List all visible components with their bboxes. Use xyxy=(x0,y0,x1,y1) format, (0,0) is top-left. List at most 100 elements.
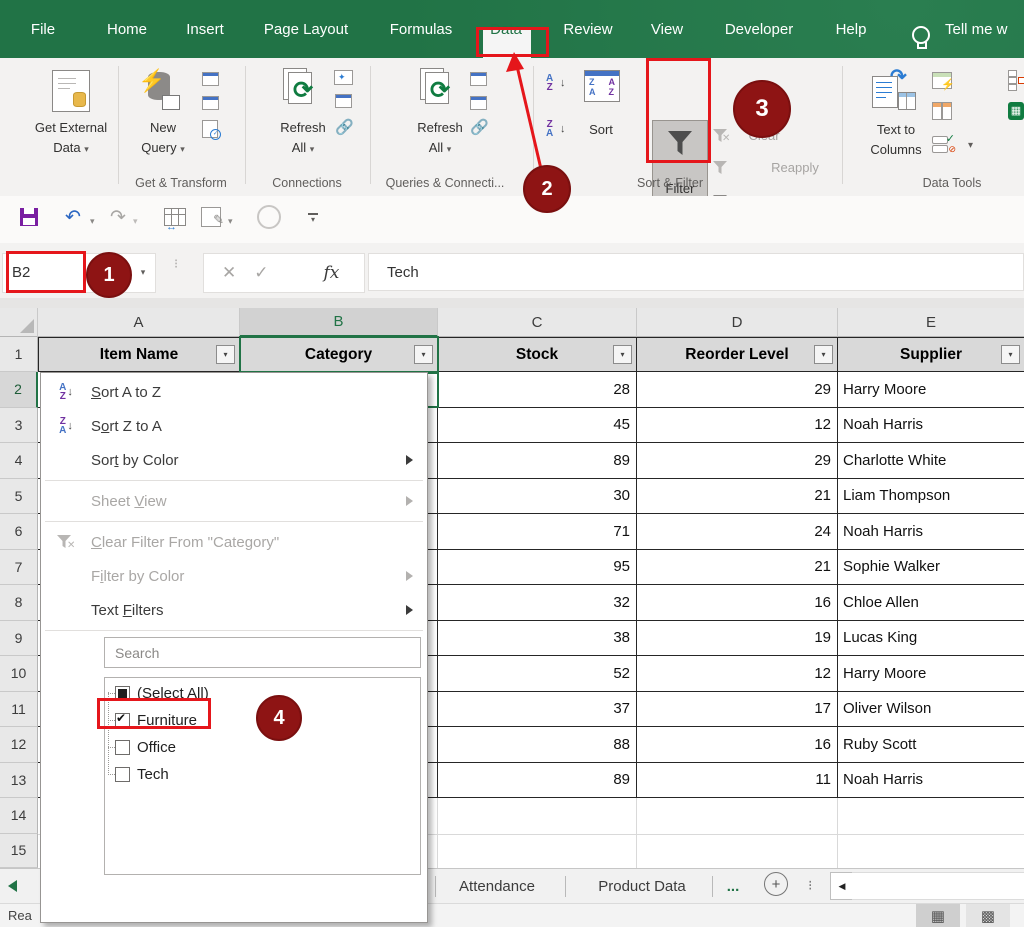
undo-icon[interactable]: ↶ xyxy=(60,204,86,230)
redo-caret[interactable]: ▾ xyxy=(133,216,138,227)
tell-me-box[interactable]: Tell me w xyxy=(945,0,1008,58)
sort-ascending-icon[interactable]: AZ ↓ xyxy=(546,74,553,92)
row-header-14[interactable]: 14 xyxy=(0,798,38,834)
name-box-caret[interactable]: ▾ xyxy=(134,253,152,291)
row-header-7[interactable]: 7 xyxy=(0,550,38,586)
edit-links-icon[interactable]: 🔗 xyxy=(470,118,489,136)
column-header-b[interactable]: B xyxy=(240,308,438,337)
column-width-icon[interactable]: ↔ xyxy=(162,204,188,230)
hscroll-left-button[interactable]: ◀ xyxy=(830,872,854,900)
menu-item-sort-by-color[interactable]: Sort by Color xyxy=(41,443,427,477)
row-header-10[interactable]: 10 xyxy=(0,656,38,692)
cell-stock-7[interactable]: 95 xyxy=(438,550,637,586)
cell-stock-11[interactable]: 37 xyxy=(438,692,637,728)
cell-supplier-4[interactable]: Charlotte White xyxy=(838,443,1024,479)
menu-item-sort-a-to-z[interactable]: AZ↓Sort A to Z xyxy=(41,375,427,409)
workbook-connections-icon[interactable] xyxy=(335,94,352,108)
row-header-9[interactable]: 9 xyxy=(0,621,38,657)
edit-links-icon[interactable]: 🔗 xyxy=(335,118,354,136)
save-icon[interactable] xyxy=(16,204,42,230)
cell-supplier-12[interactable]: Ruby Scott xyxy=(838,727,1024,763)
column-header-a[interactable]: A xyxy=(38,308,240,337)
tab-formulas[interactable]: Formulas xyxy=(384,0,459,58)
tab-review[interactable]: Review xyxy=(557,0,618,58)
tab-developer[interactable]: Developer xyxy=(719,0,799,58)
recent-sources-icon[interactable] xyxy=(202,72,219,86)
cell-reorder-9[interactable]: 19 xyxy=(637,621,838,657)
cell-reorder-12[interactable]: 16 xyxy=(637,727,838,763)
hscroll-track[interactable] xyxy=(852,872,1024,900)
cell-reorder-8[interactable]: 16 xyxy=(637,585,838,621)
connection-properties-icon[interactable]: ✦ xyxy=(334,70,353,85)
data-validation-caret[interactable]: ▾ xyxy=(968,140,973,151)
cell-reorder-4[interactable]: 29 xyxy=(637,443,838,479)
sheet-nav-left-icon[interactable] xyxy=(8,880,17,892)
row-header-11[interactable]: 11 xyxy=(0,692,38,728)
row-header-13[interactable]: 13 xyxy=(0,763,38,799)
cell-stock-12[interactable]: 88 xyxy=(438,727,637,763)
cell-stock-10[interactable]: 52 xyxy=(438,656,637,692)
tab-data[interactable]: Data xyxy=(484,0,528,58)
customize-qat-icon[interactable]: ▾ xyxy=(300,204,326,230)
tab-page-layout[interactable]: Page Layout xyxy=(258,0,354,58)
formula-input[interactable]: Tech xyxy=(368,253,1024,291)
tab-insert[interactable]: Insert xyxy=(180,0,230,58)
properties-icon[interactable] xyxy=(470,96,487,110)
page-layout-view-icon[interactable]: ▩ xyxy=(966,904,1010,927)
cell-stock-13[interactable]: 89 xyxy=(438,763,637,799)
flash-fill-icon[interactable]: ⚡ xyxy=(932,72,952,89)
filter-dropdown-reorder-level[interactable]: ▾ xyxy=(814,345,833,364)
cell-supplier-8[interactable]: Chloe Allen xyxy=(838,585,1024,621)
cell-reorder-5[interactable]: 21 xyxy=(637,479,838,515)
cell-reorder-10[interactable]: 12 xyxy=(637,656,838,692)
confirm-entry-icon[interactable]: ✓ xyxy=(254,263,268,283)
whatif-analysis-icon[interactable]: ▦ xyxy=(1008,102,1024,120)
row-header-8[interactable]: 8 xyxy=(0,585,38,621)
cell-reorder-2[interactable]: 29 xyxy=(637,372,838,408)
cell-reorder-11[interactable]: 17 xyxy=(637,692,838,728)
cell-stock-9[interactable]: 38 xyxy=(438,621,637,657)
cell-reorder-6[interactable]: 24 xyxy=(637,514,838,550)
sort-descending-icon[interactable]: ZA ↓ xyxy=(546,120,553,138)
cell-supplier-6[interactable]: Noah Harris xyxy=(838,514,1024,550)
checkbox-unchecked[interactable] xyxy=(115,767,130,782)
column-header-c[interactable]: C xyxy=(438,308,637,337)
row-header-2[interactable]: 2 xyxy=(0,372,38,408)
tab-view[interactable]: View xyxy=(645,0,689,58)
cell-supplier-9[interactable]: Lucas King xyxy=(838,621,1024,657)
checkbox-checked[interactable] xyxy=(115,713,130,728)
form-edit-icon[interactable]: ✎ xyxy=(198,204,224,230)
filter-value-tech[interactable]: Tech xyxy=(115,761,415,788)
cell-reorder-7[interactable]: 21 xyxy=(637,550,838,586)
tab-home[interactable]: Home xyxy=(101,0,153,58)
filter-search-input[interactable] xyxy=(104,637,421,668)
filter-value-office[interactable]: Office xyxy=(115,734,415,761)
row-header-3[interactable]: 3 xyxy=(0,408,38,444)
checkbox-unchecked[interactable] xyxy=(115,740,130,755)
cell-stock-3[interactable]: 45 xyxy=(438,408,637,444)
consolidate-icon[interactable] xyxy=(1008,70,1024,88)
row-header-15[interactable]: 15 xyxy=(0,834,38,869)
undo-caret[interactable]: ▾ xyxy=(90,216,95,227)
cell-supplier-5[interactable]: Liam Thompson xyxy=(838,479,1024,515)
cell-supplier-10[interactable]: Harry Moore xyxy=(838,656,1024,692)
sheet-tab-product-data[interactable]: Product Data xyxy=(598,869,686,904)
cell-supplier-3[interactable]: Noah Harris xyxy=(838,408,1024,444)
remove-duplicates-icon[interactable] xyxy=(932,102,950,118)
column-header-e[interactable]: E xyxy=(838,308,1024,337)
formula-bar-splitter[interactable]: ⁝ xyxy=(174,259,178,268)
cell-supplier-7[interactable]: Sophie Walker xyxy=(838,550,1024,586)
tab-file[interactable]: File xyxy=(25,0,61,58)
insert-function-icon[interactable]: fx xyxy=(324,263,340,283)
cell-stock-2[interactable]: 28 xyxy=(438,372,637,408)
new-sheet-button[interactable]: + xyxy=(764,872,788,896)
cell-stock-4[interactable]: 89 xyxy=(438,443,637,479)
row-header-6[interactable]: 6 xyxy=(0,514,38,550)
sheet-tab-attendance[interactable]: Attendance xyxy=(459,869,535,904)
form-edit-caret[interactable]: ▾ xyxy=(228,216,233,227)
row-header-12[interactable]: 12 xyxy=(0,727,38,763)
cell-reorder-3[interactable]: 12 xyxy=(637,408,838,444)
column-header-d[interactable]: D xyxy=(637,308,838,337)
circle-tool-icon[interactable] xyxy=(256,204,282,230)
cell-supplier-11[interactable]: Oliver Wilson xyxy=(838,692,1024,728)
